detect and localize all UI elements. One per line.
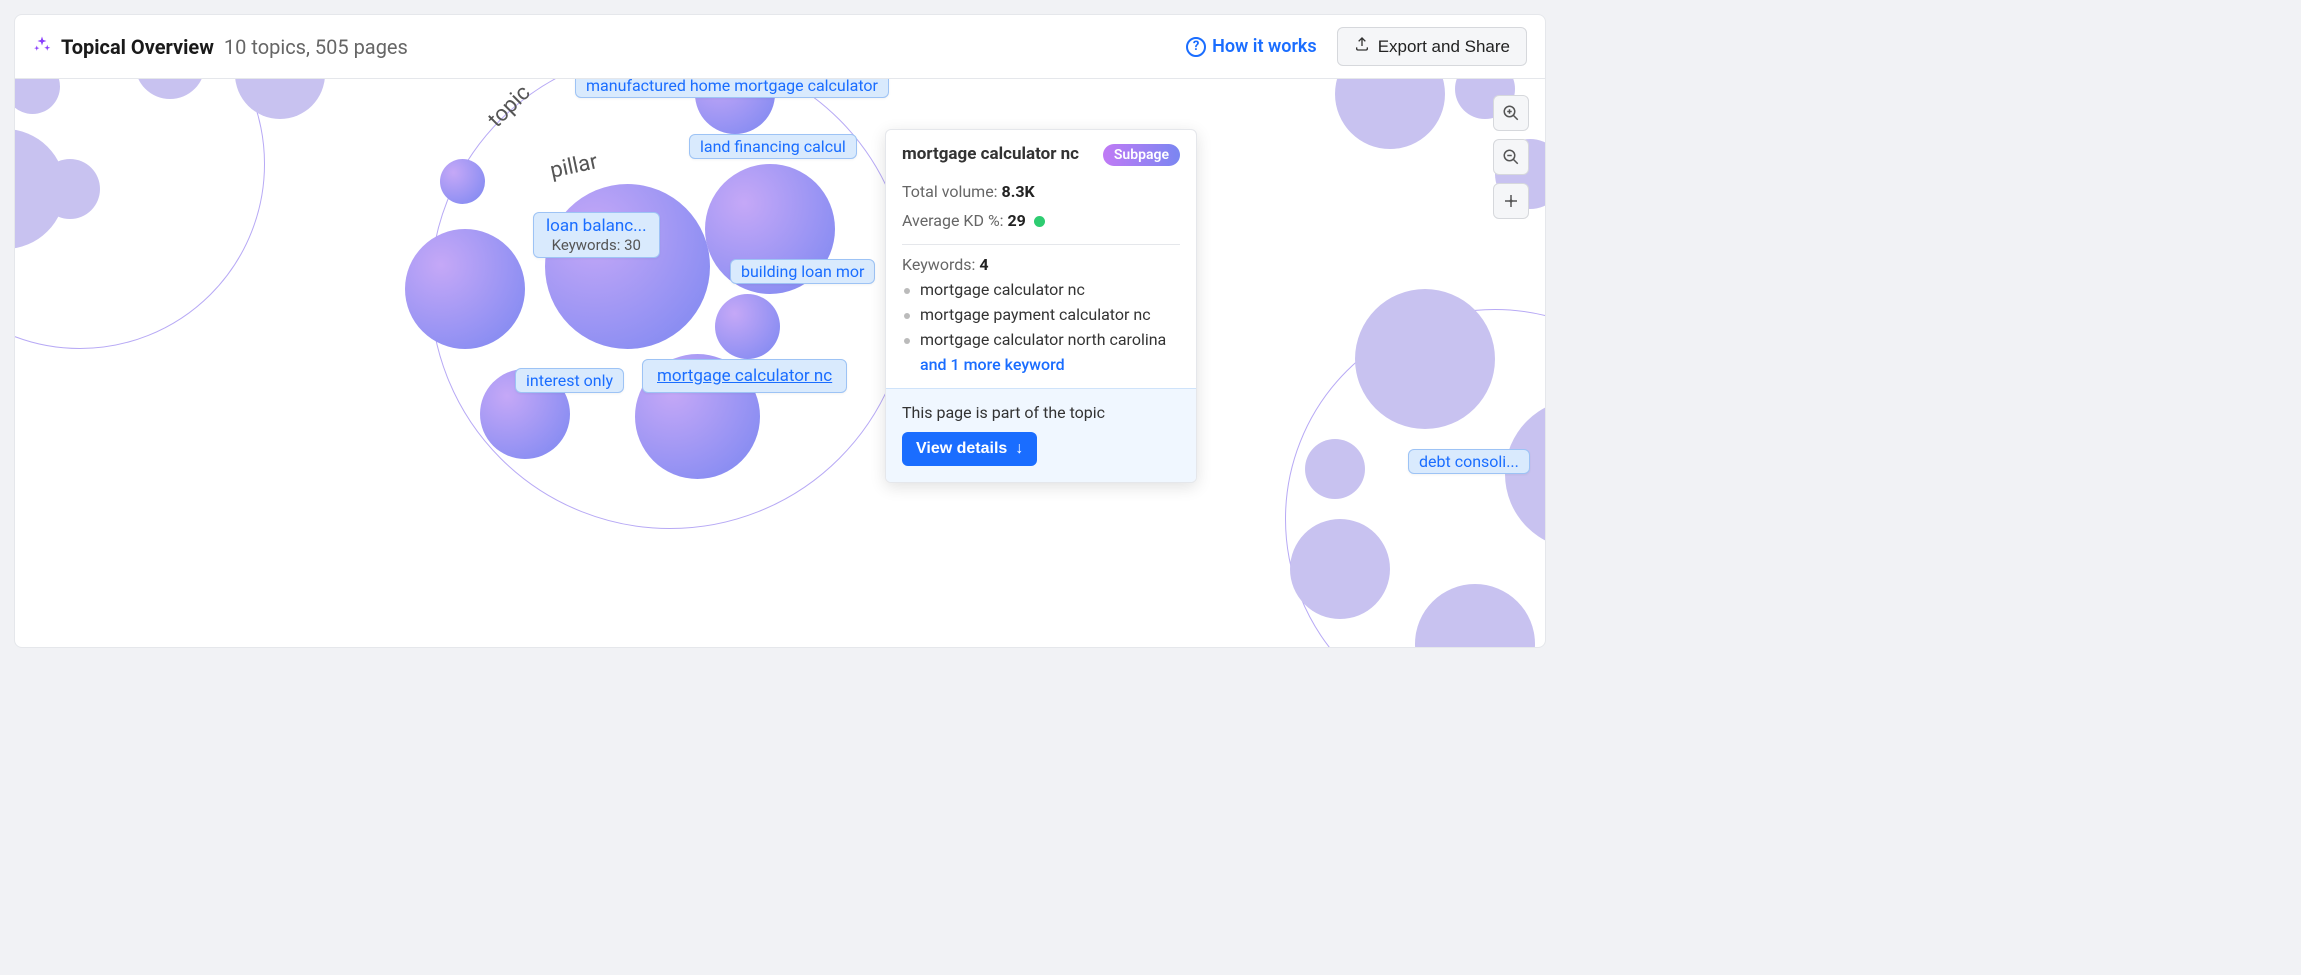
keyword-item: mortgage calculator north carolina [902,330,1180,349]
keyword-list: mortgage calculator nc mortgage payment … [902,280,1180,349]
header-right: ? How it works Export and Share [1186,27,1527,66]
header-left: Topical Overview 10 topics, 505 pages [33,35,408,59]
export-share-button[interactable]: Export and Share [1337,27,1527,66]
keyword-item: mortgage calculator nc [902,280,1180,299]
node-label-building-loan[interactable]: building loan mor [730,259,875,284]
panel-subtitle: 10 topics, 505 pages [224,35,408,59]
bubble-node[interactable] [1305,439,1365,499]
node-label-debt-consoli[interactable]: debt consoli... [1408,449,1530,474]
popover-title: mortgage calculator nc [902,144,1079,164]
bubble-node[interactable] [405,229,525,349]
zoom-in-button[interactable] [1493,95,1529,131]
fit-screen-button[interactable] [1493,183,1529,219]
node-label-interest-only[interactable]: interest only [515,368,624,393]
total-volume-row: Total volume: 8.3K [902,182,1180,201]
bubble-node[interactable] [440,159,485,204]
export-icon [1354,36,1370,57]
divider [902,244,1180,245]
subpage-badge: Subpage [1103,144,1180,166]
how-it-works-label: How it works [1212,36,1317,57]
export-share-label: Export and Share [1378,37,1510,57]
node-label-loan-balance[interactable]: loan balanc... Keywords: 30 [533,212,660,258]
arrow-down-icon [1015,440,1023,458]
help-circle-icon: ? [1186,37,1206,57]
total-volume-value: 8.3K [1002,182,1035,201]
node-label-mortgage-nc[interactable]: mortgage calculator nc [642,359,847,393]
more-keywords-link[interactable]: and 1 more keyword [902,355,1180,374]
popover-footer-text: This page is part of the topic [902,403,1180,422]
node-detail-popover: mortgage calculator nc Subpage Total vol… [885,129,1197,483]
bubble-node[interactable] [715,294,780,359]
keywords-count-row: Keywords: 4 [902,255,1180,274]
avg-kd-row: Average KD %: 29 [902,211,1180,230]
kd-difficulty-dot [1034,216,1045,227]
panel-header: Topical Overview 10 topics, 505 pages ? … [15,15,1545,79]
sparkle-icon [33,35,51,58]
node-label-land-financing[interactable]: land financing calcul [689,134,857,159]
panel-title: Topical Overview [61,35,214,59]
how-it-works-link[interactable]: ? How it works [1186,36,1317,57]
keywords-count: 4 [979,255,988,274]
node-label-manufactured[interactable]: manufactured home mortgage calculator [575,79,889,98]
zoom-controls [1493,95,1529,219]
bubble-node[interactable] [1355,289,1495,429]
topical-overview-panel: Topical Overview 10 topics, 505 pages ? … [14,14,1546,648]
keyword-item: mortgage payment calculator nc [902,305,1180,324]
bubble-node[interactable] [1290,519,1390,619]
avg-kd-value: 29 [1008,211,1026,230]
bubble-node[interactable] [1335,79,1445,149]
topic-graph-canvas[interactable]: topic pillar manufactured home mortgage … [15,79,1545,648]
view-details-button[interactable]: View details [902,432,1037,466]
zoom-out-button[interactable] [1493,139,1529,175]
view-details-label: View details [916,440,1007,458]
pillar-node[interactable] [545,184,710,349]
